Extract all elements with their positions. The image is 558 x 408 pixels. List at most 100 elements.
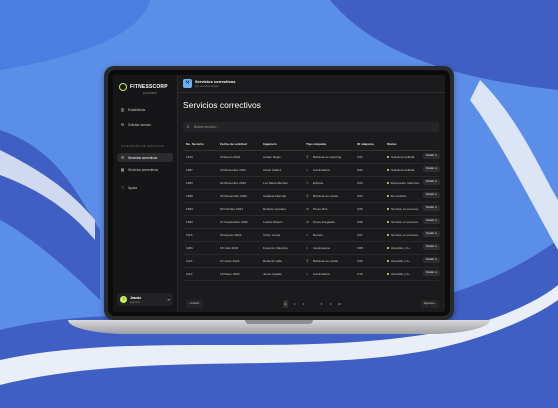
detail-label: Detalle — [426, 232, 435, 235]
service-id: 1833 — [186, 206, 193, 211]
engineer-name: Adrián Rojas — [263, 154, 281, 159]
engineer-name: Catalina Monsalt — [263, 193, 287, 198]
service-id: 1112 — [186, 271, 193, 276]
sidebar-item-label: Ayuda — [128, 185, 137, 190]
laptop-bezel: FITNESSCORP EQUIPMENT ▥ Estadísticas ⚙ S… — [108, 70, 450, 316]
machine-type: ⌂ Caminadora — [306, 246, 330, 250]
status-dot — [387, 246, 389, 249]
treadmill-icon: ⌂ — [306, 167, 309, 172]
status-label: Atendido y fu... — [391, 271, 412, 276]
page-number[interactable]: 1 — [283, 300, 288, 308]
page-number[interactable]: 2 — [292, 300, 297, 308]
machine-id: C08 — [357, 245, 363, 250]
status-label: Solicitud recibida — [391, 167, 415, 172]
machine-type: ⚲ Bicicleta de cardio — [306, 194, 338, 198]
machine-type: ⌂ Caminadora — [306, 272, 330, 276]
sidebar: FITNESSCORP EQUIPMENT ▥ Estadísticas ⚙ S… — [113, 75, 178, 312]
column-header: Tipo máquina — [306, 141, 327, 146]
machine-id: C10 — [357, 271, 363, 276]
table-row: 1870 23 Enero 2022 Adrián Rojas ⚲ Bicicleta … — [183, 150, 440, 164]
detail-button[interactable]: Detalle ⇲ — [423, 257, 440, 263]
logo-mark-icon — [119, 83, 127, 91]
detail-button[interactable]: Detalle ⇲ — [423, 205, 440, 211]
service-id: 1114 — [186, 258, 193, 263]
status-dot — [387, 220, 389, 223]
table-row: 1851 02 Diciembre 2022 Luz María Benitez ∿ E… — [183, 176, 440, 190]
service-id: 1821 — [186, 219, 193, 224]
next-page-button[interactable]: Siguiente › — [420, 300, 439, 308]
dumbbell-icon: ⚌ — [306, 206, 310, 211]
machine-type-label: Caminadora — [313, 167, 330, 172]
column-header: No. Servicio — [186, 141, 204, 146]
request-date: 30 Noviembre 2022 — [220, 193, 248, 198]
avatar: J — [120, 296, 127, 303]
detail-button[interactable]: Detalle ⇲ — [423, 153, 440, 159]
treadmill-icon: ⌂ — [306, 271, 309, 276]
status-dot — [387, 272, 389, 275]
page-ellipsis: ... — [311, 302, 314, 306]
help-icon: ? — [121, 185, 124, 190]
request-date: 02 Diciembre 2022 — [220, 180, 246, 185]
page-number[interactable]: 9 — [328, 300, 333, 308]
page-number[interactable]: 3 — [301, 300, 306, 308]
detail-button[interactable]: Detalle ⇲ — [423, 244, 440, 250]
status: Servicio en proceso — [387, 220, 418, 224]
request-date: 22 Junio 2022 — [220, 258, 240, 263]
status-dot — [387, 155, 389, 158]
sidebar-item-label: Solicitar servicio — [128, 122, 152, 127]
machine-id: C02 — [357, 167, 363, 172]
gear-icon: ⚙ — [120, 122, 125, 127]
prev-page-button[interactable]: ‹ Anterior — [186, 300, 203, 308]
service-id: 1846 — [186, 193, 193, 198]
laptop-lid: FITNESSCORP EQUIPMENT ▥ Estadísticas ⚙ S… — [104, 66, 454, 320]
section-title: CATEGORÍAS DE SERVICIOS — [121, 145, 164, 148]
column-header: Fecha de solicitud — [220, 141, 247, 146]
user-card[interactable]: J Jeando Ingeniero ⇥ — [117, 293, 173, 306]
column-header: Status — [387, 141, 397, 146]
request-date: 23 Enero 2022 — [220, 154, 241, 159]
request-date: 19 Mayo 2022 — [220, 271, 240, 276]
sidebar-item-ayuda[interactable]: ? Ayuda — [117, 183, 173, 192]
engineer-name: Víctor Limas — [263, 232, 281, 237]
page-title: Servicios correctivos — [183, 100, 261, 110]
service-id: 1870 — [186, 154, 193, 159]
header-title: Servicios correctivos — [195, 79, 236, 84]
table-row: 1846 30 Noviembre 2022 Catalina Monsalt ⚲ Bi… — [183, 189, 440, 203]
engineer-name: Roberto Camara — [263, 206, 286, 211]
machine-type-label: Caminadora — [313, 271, 330, 276]
machine-type-label: Caminadora — [313, 245, 330, 250]
dumbbell-icon: ⚌ — [306, 219, 310, 224]
bike-icon: ⚲ — [306, 258, 309, 263]
request-date: 29 Diciembre 2022 — [220, 167, 246, 172]
machine-type-label: Elíptica — [313, 180, 324, 185]
detail-button[interactable]: Detalle ⇲ — [423, 192, 440, 198]
logo-subtitle: EQUIPMENT — [143, 92, 158, 95]
detail-button[interactable]: Detalle ⇲ — [423, 218, 440, 224]
page-number[interactable]: 10 — [337, 300, 342, 308]
sidebar-item-estadisticas[interactable]: ▥ Estadísticas — [117, 105, 173, 114]
detail-button[interactable]: Detalle ⇲ — [423, 179, 440, 185]
table-row: 1867 29 Diciembre 2022 Oscar Ibáñez ⌂ Camina… — [183, 163, 440, 177]
next-label: Siguiente — [423, 302, 435, 305]
table-row: 1821 27 Septiembre 2022 Leticia Ricaon ⚌ Pre… — [183, 215, 440, 229]
machine-type: ⚌ Press libre — [306, 207, 328, 211]
sidebar-item-solicitar-servicio[interactable]: ⚙ Solicitar servicio — [117, 120, 173, 129]
sidebar-item-servicios-correctivos[interactable]: ⚒ Servicios correctivos — [117, 153, 173, 162]
detail-button[interactable]: Detalle ⇲ — [423, 270, 440, 276]
logout-icon[interactable]: ⇥ — [167, 297, 170, 302]
bike-icon: ⚲ — [306, 154, 309, 159]
detail-button[interactable]: Detalle ⇲ — [423, 231, 440, 237]
table-row: 1115 09 Agosto 2022 Víctor Limas ≈ Remos C07 S… — [183, 228, 440, 242]
sidebar-item-servicios-preventivos[interactable]: ▦ Servicios preventivos — [117, 165, 173, 174]
machine-id: C09 — [357, 258, 363, 263]
wrench-icon: ⚒ — [183, 79, 192, 88]
table-row: 1112 19 Mayo 2022 Jesús Ugalde ⌂ Caminadora C… — [183, 267, 440, 281]
status-label: Esperando refacción — [391, 180, 420, 185]
wrench-icon: ⚒ — [120, 155, 125, 160]
engineer-name: Rolando Valle — [263, 258, 283, 263]
detail-button[interactable]: Detalle ⇲ — [423, 166, 440, 172]
status: Servicio en proceso — [387, 207, 418, 211]
search-input[interactable]: ⌕ Buscar servicio... — [183, 122, 439, 132]
page-number[interactable]: 8 — [319, 300, 324, 308]
column-header: ID máquina — [357, 141, 374, 146]
